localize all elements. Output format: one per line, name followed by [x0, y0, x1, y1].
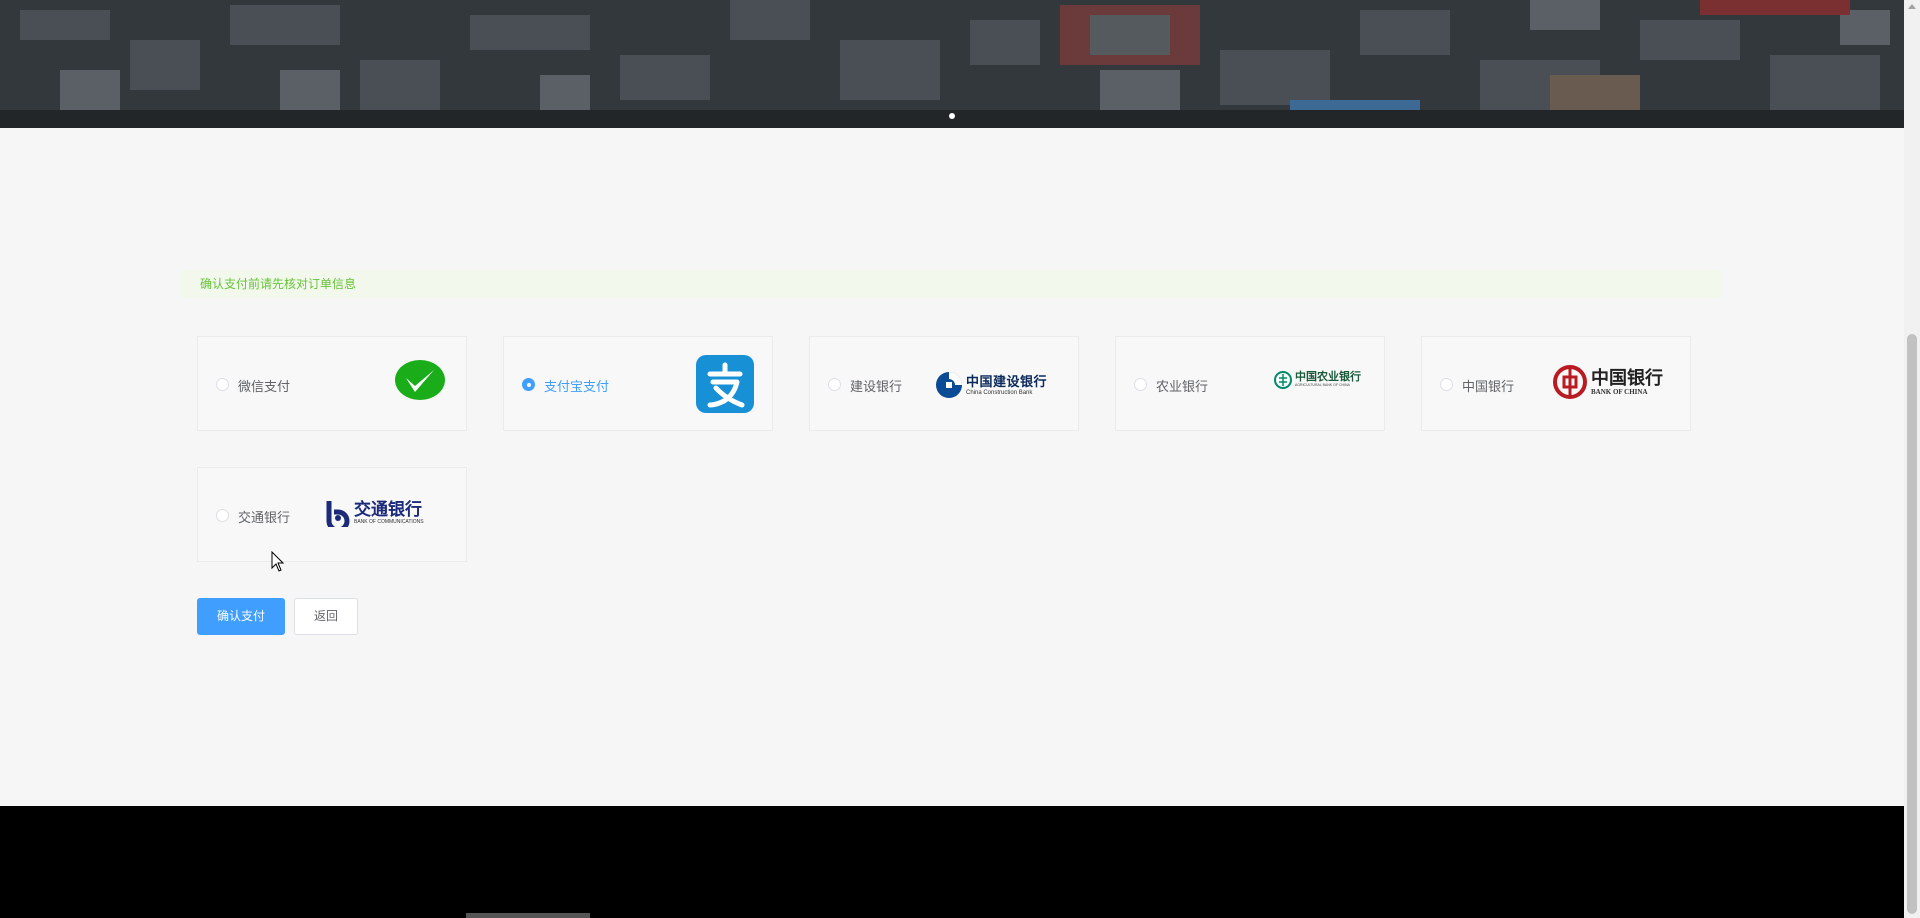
mouse-cursor-icon	[271, 551, 285, 572]
back-button[interactable]: 返回	[294, 598, 358, 635]
vertical-scrollbar[interactable]	[1904, 0, 1920, 918]
payment-option-label: 支付宝支付	[544, 379, 610, 394]
payment-option-ccb[interactable]: 建设银行 中国建设银行 China Construction Bank	[809, 336, 1079, 431]
wechat-pay-logo-icon	[395, 360, 445, 400]
hero-banner	[0, 0, 1904, 128]
abc-logo-subtext: AGRICULTURAL BANK OF CHINA	[1295, 383, 1350, 388]
scrollbar-thumb[interactable]	[1907, 334, 1917, 914]
city-skyline-image	[0, 0, 1904, 128]
boc-logo-text: 中国银行	[1591, 367, 1663, 388]
boc-emblem-icon	[1553, 365, 1587, 399]
payment-option-wechat[interactable]: 微信支付	[197, 336, 467, 431]
carousel-dot-active[interactable]	[949, 113, 955, 119]
horizontal-scrollbar-thumb[interactable]	[466, 913, 590, 918]
abc-logo-icon: 中国农业银行 AGRICULTURAL BANK OF CHINA	[1274, 371, 1361, 389]
bocom-logo-subtext: BANK OF COMMUNICATIONS	[354, 519, 424, 525]
ccb-logo-icon: 中国建设银行 China Construction Bank	[935, 371, 1047, 399]
confirm-payment-button[interactable]: 确认支付	[197, 598, 285, 635]
ccb-logo-subtext: China Construction Bank	[966, 389, 1033, 396]
payment-option-label: 交通银行	[238, 510, 291, 525]
payment-option-label: 农业银行	[1156, 379, 1209, 394]
abc-logo-text: 中国农业银行	[1295, 371, 1361, 384]
ccb-emblem-icon	[936, 372, 962, 398]
radio-button[interactable]	[216, 378, 229, 391]
payment-option-abc[interactable]: 农业银行 中国农业银行 AGRICULTURAL BANK OF CHINA	[1115, 336, 1385, 431]
boc-logo-subtext: BANK OF CHINA	[1591, 387, 1648, 396]
page-footer	[0, 806, 1904, 918]
bocom-logo-icon: 交通银行 BANK OF COMMUNICATIONS	[325, 499, 424, 527]
bocom-logo-text: 交通银行	[354, 500, 422, 519]
radio-button[interactable]	[1134, 378, 1147, 391]
radio-button[interactable]	[216, 509, 229, 522]
payment-option-alipay[interactable]: 支付宝支付	[503, 336, 773, 431]
payment-option-boc[interactable]: 中国银行 中国银行 BANK OF CHINA	[1421, 336, 1691, 431]
ccb-logo-text: 中国建设银行	[966, 373, 1048, 389]
payment-option-label: 微信支付	[238, 379, 291, 394]
radio-button-checked[interactable]	[522, 378, 535, 391]
abc-emblem-icon	[1274, 371, 1292, 389]
radio-button[interactable]	[1440, 378, 1453, 391]
scroll-up-arrow-icon[interactable]	[1908, 4, 1916, 9]
payment-option-label: 建设银行	[850, 379, 903, 394]
radio-button[interactable]	[828, 378, 841, 391]
alipay-logo-icon	[696, 355, 754, 413]
order-notice: 确认支付前请先核对订单信息	[180, 270, 1722, 298]
payment-option-label: 中国银行	[1462, 379, 1515, 394]
boc-logo-icon: 中国银行 BANK OF CHINA	[1553, 365, 1663, 399]
payment-option-bocom[interactable]: 交通银行 交通银行 BANK OF COMMUNICATIONS	[197, 467, 467, 562]
bocom-emblem-icon	[326, 501, 350, 527]
